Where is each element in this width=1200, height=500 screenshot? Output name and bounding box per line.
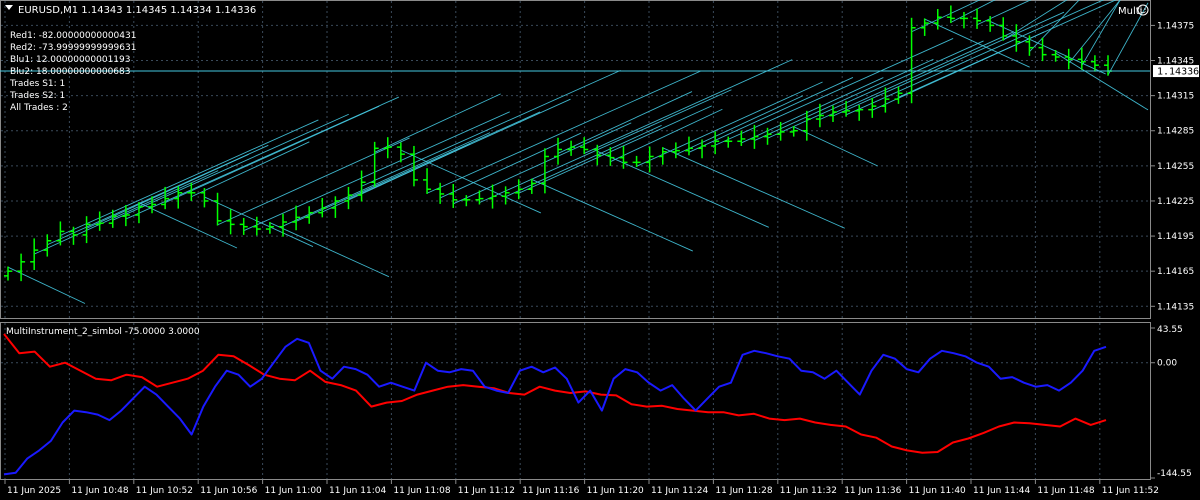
info-trades-s1: Trades S1: 1 [9,79,65,89]
indicator-label: MultiInstrument_2_simbol -75.0000 3.0000 [6,327,200,337]
price-tick-label: 1.14135 [1157,302,1194,312]
chart-canvas[interactable]: 1.14375 1.14345 1.14315 1.14285 1.14255 1.142… [0,0,1200,500]
time-tick-label: 11 Jun 11:48 [1037,486,1094,496]
time-tick-label: 11 Jun 11:12 [458,486,515,496]
price-tick-label: 1.14165 [1157,267,1194,277]
price-tick-label: 1.14285 [1157,127,1194,137]
price-axis: 1.14375 1.14345 1.14315 1.14285 1.14255 1.142… [1150,21,1194,312]
symbol-header: EURUSD,M1 1.14343 1.14345 1.14334 1.1433… [5,5,256,16]
indicator-tick-label: 43.55 [1157,325,1183,335]
info-red2: Red2: -73.99999999999631 [10,43,136,53]
info-red1: Red1: -82.00000000000431 [10,31,136,41]
time-tick-label: 11 Jun 11:52 [1102,486,1159,496]
time-tick-label: 11 Jun 11:08 [393,486,450,496]
time-tick-label: 11 Jun 11:28 [715,486,772,496]
time-tick-label: 11 Jun 11:40 [909,486,966,496]
time-tick-label: 11 Jun 11:24 [651,486,708,496]
price-tick-label: 1.14255 [1157,162,1194,172]
price-tick-label: 1.14345 [1157,57,1194,67]
time-tick-label: 11 Jun 11:32 [780,486,837,496]
time-tick-label: 11 Jun 10:48 [71,486,128,496]
time-tick-label: 11 Jun 11:04 [329,486,386,496]
symbol-line: EURUSD,M1 1.14343 1.14345 1.14334 1.1433… [18,5,256,16]
info-blu1: Blu1: 12.00000000001193 [10,55,130,65]
indicator-tick-label: 0.00 [1157,359,1177,369]
price-tick-label: 1.14375 [1157,21,1194,31]
time-tick-label: 11 Jun 11:20 [587,486,644,496]
info-all-trades: All Trades : 2 [10,103,68,113]
price-tick-label: 1.14195 [1157,232,1194,242]
price-tick-label: 1.14225 [1157,197,1194,207]
info-blu2: Blu2: 18.00000000000683 [10,67,130,77]
current-price-value: 1.14336 [1157,67,1199,78]
time-tick-label: 11 Jun 11:16 [522,486,579,496]
time-tick-label: 11 Jun 2025 [7,486,61,496]
price-tick-label: 1.14315 [1157,92,1194,102]
indicator-tick-label: -144.55 [1157,469,1192,479]
time-tick-label: 11 Jun 11:36 [844,486,901,496]
time-tick-label: 11 Jun 10:52 [136,486,193,496]
time-tick-label: 11 Jun 11:00 [265,486,322,496]
chart-background [0,0,1200,500]
time-tick-label: 11 Jun 11:44 [973,486,1030,496]
time-tick-label: 11 Jun 10:56 [200,486,257,496]
info-trades-s2: Trades S2: 1 [9,91,65,101]
